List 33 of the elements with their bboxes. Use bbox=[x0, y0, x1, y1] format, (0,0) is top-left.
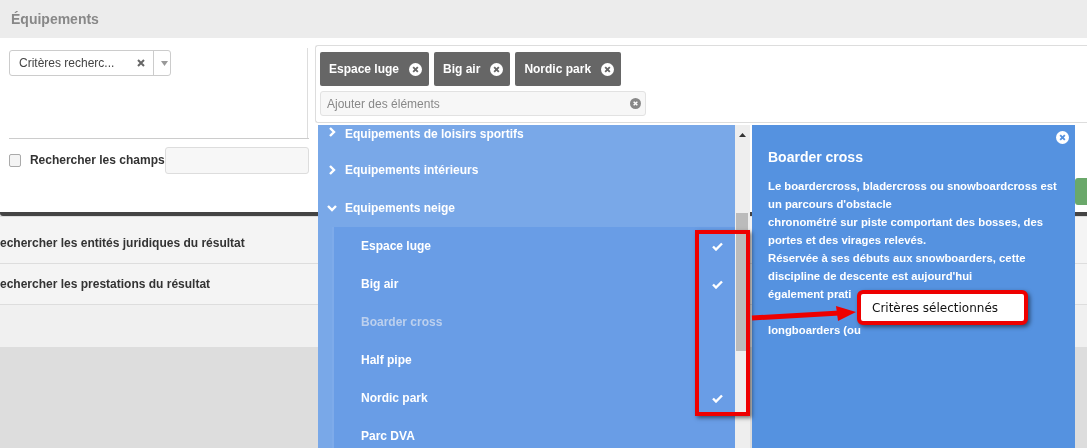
checkbox[interactable] bbox=[9, 153, 21, 167]
description-text: chronométré sur piste comportant des bosses, des portes et des virages relevés. bbox=[768, 215, 1044, 248]
detail-title: Boarder cross bbox=[768, 149, 864, 165]
caret-icon[interactable] bbox=[161, 60, 168, 66]
remove-icon[interactable] bbox=[409, 62, 423, 76]
chevron-down-icon bbox=[327, 203, 337, 213]
option-item[interactable]: Big air bbox=[361, 265, 735, 303]
clear-icon[interactable] bbox=[630, 98, 641, 109]
checkbox-label: Rechercher les champs bbox=[29, 153, 165, 167]
criteria-select[interactable]: Critères recherc... bbox=[9, 50, 171, 76]
scroll-up-icon[interactable] bbox=[739, 133, 746, 137]
search-field[interactable] bbox=[164, 146, 309, 174]
description-text: longboarders (ou bbox=[768, 323, 862, 338]
tag-chip[interactable]: Big air bbox=[434, 52, 511, 86]
annotation-label: Critères sélectionnés bbox=[857, 290, 1028, 325]
option-item[interactable]: Nordic park bbox=[361, 379, 735, 417]
clear-icon[interactable] bbox=[137, 59, 145, 67]
option-item[interactable]: Half pipe bbox=[361, 341, 735, 379]
chevron-right-icon bbox=[327, 165, 337, 175]
close-icon[interactable] bbox=[1056, 131, 1069, 144]
chevron-right-icon bbox=[327, 127, 337, 137]
tag-chip[interactable]: Nordic park bbox=[515, 52, 622, 86]
remove-icon[interactable] bbox=[601, 62, 615, 76]
option-item[interactable]: Parc DVA bbox=[361, 417, 735, 448]
page-title: Équipements bbox=[11, 11, 99, 27]
group-item[interactable]: Equipements neige bbox=[318, 189, 735, 227]
tag-chip[interactable]: Espace luge bbox=[320, 52, 430, 86]
add-field[interactable]: Ajouter des éléments bbox=[320, 91, 646, 116]
option-item[interactable]: Espace luge bbox=[361, 227, 735, 265]
description-text: également prati bbox=[768, 287, 853, 302]
group-item[interactable]: Equipements de loisirs sportifs bbox=[318, 125, 735, 151]
remove-icon[interactable] bbox=[490, 62, 504, 76]
group-item[interactable]: Equipements intérieurs bbox=[318, 151, 735, 189]
